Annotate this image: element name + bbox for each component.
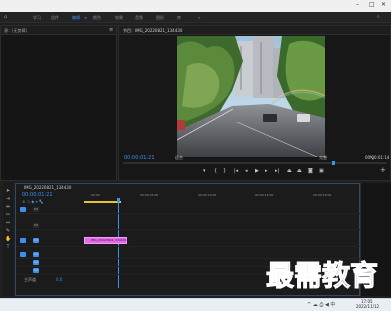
timeline-timecode[interactable]: 00:00:01:21	[22, 193, 53, 198]
track-a1: A1	[16, 251, 361, 259]
mark-in-icon[interactable]: {	[214, 168, 217, 174]
ruler-label: 00:00:05:00	[140, 193, 159, 197]
add-button-icon[interactable]: +	[380, 166, 386, 174]
fit-dropdown[interactable]: 适合	[175, 156, 183, 160]
workspace-tab-audio[interactable]: 音频	[135, 16, 143, 20]
ruler-label: 00:00:20:00	[313, 193, 332, 197]
program-monitor-header: 节目：IMG_20220821_134430	[119, 26, 390, 35]
step-back-icon[interactable]: ◂	[245, 168, 248, 174]
pen-tool-icon[interactable]: ✎	[5, 228, 11, 234]
razor-tool-icon[interactable]: ✂	[5, 212, 11, 218]
master-label: 主声道	[24, 277, 36, 282]
source-patch-v1[interactable]	[20, 238, 26, 243]
program-video-frame	[177, 36, 325, 157]
go-to-out-icon[interactable]: ▸|	[275, 168, 279, 174]
selection-tool-icon[interactable]: ➤	[5, 188, 11, 194]
video-clip[interactable]: IMG_20220821_134430.jp	[84, 237, 131, 244]
quality-dropdown[interactable]: 完整	[319, 156, 327, 160]
panel-menu-icon[interactable]: ≡	[109, 28, 113, 33]
track-select-icon[interactable]: ⇥	[5, 196, 11, 202]
taskbar-date[interactable]: 2022/11/12	[356, 305, 379, 309]
snap-icon[interactable]: ⊕ ⊃ ◆ ▾ 🔧	[22, 200, 44, 204]
workspace-tab-assembly[interactable]: 组件	[51, 16, 59, 20]
sequence-tab[interactable]: IMG_20220821_134430	[24, 186, 71, 190]
source-panel-header: 源：(无剪辑) ≡	[1, 26, 116, 35]
workspace-tab-color[interactable]: 颜色	[93, 16, 101, 20]
add-marker-icon[interactable]: ▾	[203, 168, 206, 174]
ruler-label: 00:00:10:00	[198, 193, 217, 197]
source-patch-a1[interactable]	[20, 252, 26, 257]
track-label[interactable]: A2	[33, 260, 39, 265]
hand-tool-icon[interactable]: ✋	[5, 236, 11, 242]
workspace-bar: ⌂ 学习 组件 编辑 ≡ 颜色 效果 音频 图形 库 » ⌕	[0, 12, 391, 23]
program-monitor-tab[interactable]: 节目：IMG_20220821_134430	[123, 29, 182, 33]
premiere-window: – □ ✕ ⌂ 学习 组件 编辑 ≡ 颜色 效果 音频 图形 库 » ⌕ 源：(…	[0, 0, 391, 311]
track-label[interactable]: V3	[33, 207, 39, 212]
transport-controls: ▾ { } |◂ ◂ ▶ ▸ ▸| ⏏ ⏏ ◙ ▣ +	[119, 163, 391, 179]
workspace-tab-editing[interactable]: 编辑	[72, 16, 80, 20]
step-forward-icon[interactable]: ▸	[265, 168, 268, 174]
ruler-label: 00:00	[91, 193, 100, 197]
extract-icon[interactable]: ⏏	[297, 168, 302, 174]
play-icon[interactable]: ▶	[255, 168, 259, 174]
track-v3: V3	[16, 206, 361, 214]
workspace-menu-icon[interactable]: ≡	[84, 16, 87, 20]
master-volume[interactable]: 0.0	[56, 278, 62, 282]
mark-out-icon[interactable]: }	[223, 168, 226, 174]
go-to-in-icon[interactable]: |◂	[234, 168, 238, 174]
comparison-view-icon[interactable]: ▣	[319, 168, 324, 174]
track-label[interactable]: V1	[33, 238, 39, 243]
close-icon[interactable]: ✕	[381, 1, 386, 8]
program-timecode-duration: 00:00:01:14	[365, 155, 390, 160]
street-scene-image	[177, 36, 325, 157]
source-panel-tab[interactable]: 源：(无剪辑)	[4, 29, 27, 33]
minimize-icon[interactable]: –	[356, 1, 359, 8]
source-patch-v3[interactable]	[20, 207, 26, 212]
track-label[interactable]: V2	[33, 223, 39, 228]
window-titlebar: – □ ✕	[0, 0, 391, 12]
workspace-tab-learn[interactable]: 学习	[33, 16, 41, 20]
workspace-tab-graphics[interactable]: 图形	[156, 16, 164, 20]
track-v2: V2	[16, 222, 361, 230]
work-area-bar[interactable]	[84, 201, 121, 203]
export-frame-icon[interactable]: ◙	[308, 168, 313, 174]
maximize-icon[interactable]: □	[369, 1, 375, 8]
track-v1: V1 IMG_20220821_134430.jp	[16, 237, 361, 247]
program-monitor: 节目：IMG_20220821_134430 00:00:01:21 适合 完整…	[118, 25, 391, 181]
program-timecode-current[interactable]: 00:00:01:21	[124, 156, 155, 161]
windows-taskbar: ^ ☁ ⎙ ◀ 中 17:05 2022/11/12	[0, 298, 391, 311]
type-tool-icon[interactable]: T	[5, 244, 11, 250]
clip-label: IMG_20220821_134430.jp	[91, 238, 131, 242]
ripple-edit-icon[interactable]: ⇹	[5, 204, 11, 210]
source-panel: 源：(无剪辑) ≡	[0, 25, 117, 181]
lift-icon[interactable]: ⏏	[287, 168, 292, 174]
workspace-tab-effects[interactable]: 效果	[115, 16, 123, 20]
home-icon[interactable]: ⌂	[4, 15, 7, 20]
tools-panel: ➤ ⇥ ⇹ ✂ ↔ ✎ ✋ T	[3, 183, 13, 296]
tray-icons[interactable]: ^ ☁ ⎙ ◀ 中	[307, 303, 335, 308]
search-icon[interactable]: ⌕	[377, 15, 380, 20]
watermark-logo: 最需教育	[265, 259, 379, 292]
track-label[interactable]: A3	[33, 268, 39, 273]
track-label[interactable]: A1	[33, 252, 39, 257]
slip-tool-icon[interactable]: ↔	[5, 220, 11, 226]
ruler-label: 00:00:15:00	[255, 193, 274, 197]
workspace-tab-libraries[interactable]: 库	[177, 16, 181, 20]
workspace-more-button[interactable]: »	[198, 16, 200, 20]
